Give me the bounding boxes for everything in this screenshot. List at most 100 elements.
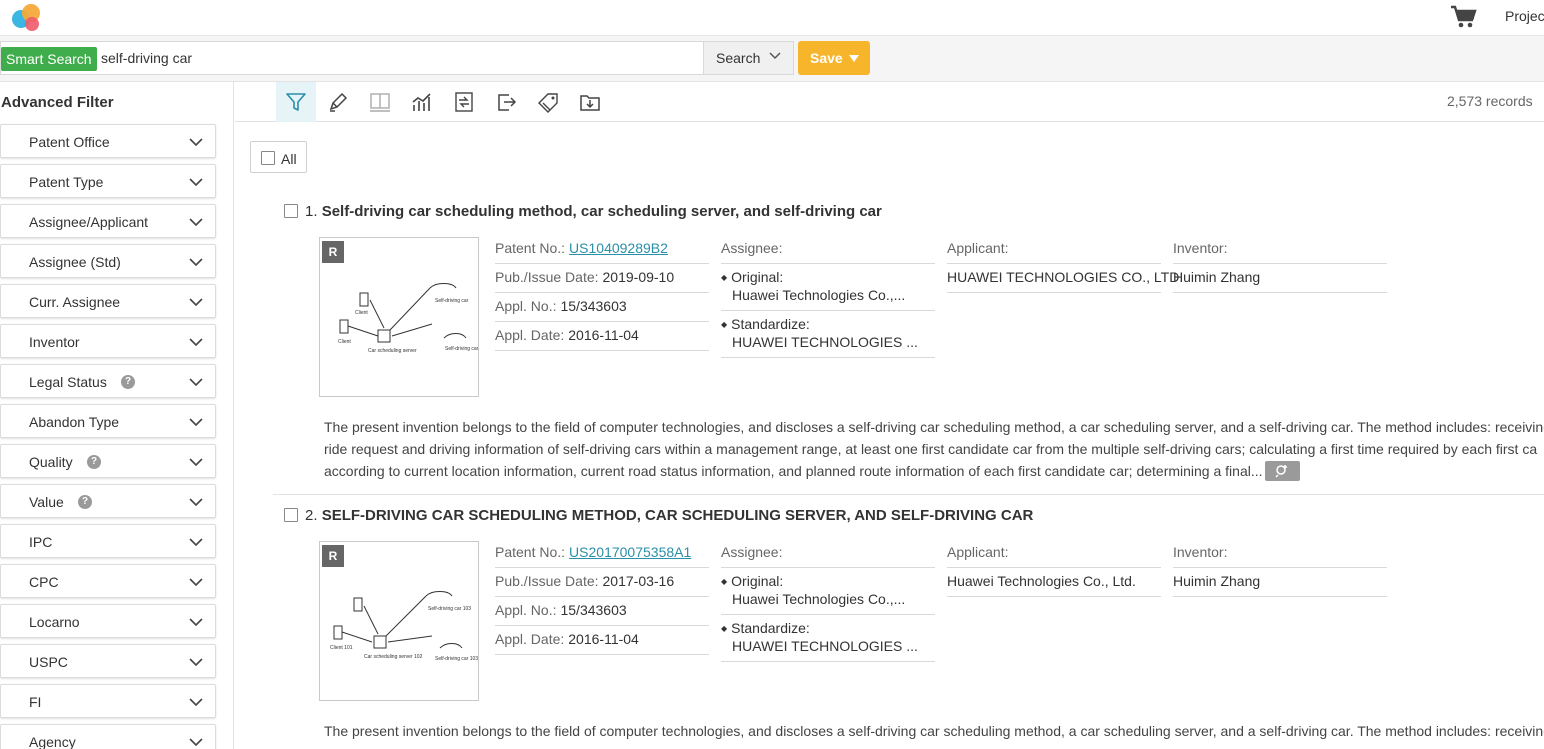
highlight-tool[interactable] <box>318 82 358 122</box>
patent-number-link[interactable]: US20170075358A1 <box>569 544 691 560</box>
filter-label: Value <box>29 494 64 510</box>
caret-down-icon <box>848 55 859 62</box>
cart-icon[interactable] <box>1450 4 1478 30</box>
r-badge: R <box>322 241 344 263</box>
result-title-text[interactable]: Self-driving car scheduling method, car … <box>322 203 882 220</box>
field-value: 15/343603 <box>560 602 627 618</box>
filter-inventor[interactable]: Inventor <box>0 324 216 358</box>
search-input[interactable] <box>101 42 691 74</box>
svg-text:Self-driving car: Self-driving car <box>435 298 469 304</box>
divider <box>495 654 709 655</box>
abstract-text: The present invention belongs to the fie… <box>324 720 1544 742</box>
inventor-label: Inventor: <box>1173 240 1228 256</box>
expand-abstract-button[interactable] <box>1264 461 1300 481</box>
original-assignee-value[interactable]: Huawei Technologies Co.,... <box>732 591 905 607</box>
inventor-value[interactable]: Huimin Zhang <box>1173 573 1260 589</box>
appl-no-field: Appl. No.: 15/343603 <box>495 298 627 314</box>
svg-text:Client: Client <box>338 339 351 345</box>
filter-legal-status[interactable]: Legal Status? <box>0 364 216 398</box>
analytics-tool[interactable] <box>402 82 442 122</box>
filter-patent-type[interactable]: Patent Type <box>0 164 216 198</box>
filter-quality[interactable]: Quality? <box>0 444 216 478</box>
filter-assignee-applicant[interactable]: Assignee/Applicant <box>0 204 216 238</box>
highlight-icon <box>329 92 348 112</box>
chevron-down-icon <box>189 298 203 307</box>
r-badge: R <box>322 545 344 567</box>
filter-assignee-std[interactable]: Assignee (Std) <box>0 244 216 278</box>
help-icon[interactable]: ? <box>78 495 92 509</box>
filter-label: Legal Status <box>29 374 107 390</box>
result-checkbox[interactable] <box>284 204 298 218</box>
records-count: 2,573 records <box>1447 93 1533 109</box>
filter-ipc[interactable]: IPC <box>0 524 216 558</box>
select-all-label: All <box>281 151 297 167</box>
applicant-value[interactable]: HUAWEI TECHNOLOGIES CO., LTD. <box>947 269 1183 285</box>
filter-patent-office[interactable]: Patent Office <box>0 124 216 158</box>
save-button[interactable]: Save <box>798 41 870 75</box>
divider <box>1173 263 1387 264</box>
field-label: Appl. Date: <box>495 631 565 647</box>
chevron-down-icon <box>189 458 203 467</box>
svg-text:Self-driving car: Self-driving car <box>445 346 479 352</box>
filter-fi[interactable]: FI <box>0 684 216 718</box>
standardized-assignee-value[interactable]: HUAWEI TECHNOLOGIES ... <box>732 638 918 654</box>
chevron-down-icon <box>189 498 203 507</box>
help-icon[interactable]: ? <box>87 455 101 469</box>
filter-agency[interactable]: Agency <box>0 724 216 749</box>
filter-locarno[interactable]: Locarno <box>0 604 216 638</box>
filter-label: Assignee/Applicant <box>29 214 149 230</box>
applicant-value[interactable]: Huawei Technologies Co., Ltd. <box>947 573 1136 589</box>
filter-cpc[interactable]: CPC <box>0 564 216 598</box>
result-checkbox[interactable] <box>284 508 298 522</box>
patent-drawing-thumbnail[interactable]: R Self-driving car 103 Car scheduling se… <box>319 541 479 701</box>
chevron-down-icon <box>769 52 781 60</box>
filter-uspc[interactable]: USPC <box>0 644 216 678</box>
filter-curr-assignee[interactable]: Curr. Assignee <box>0 284 216 318</box>
chevron-down-icon <box>189 658 203 667</box>
result-title-text[interactable]: SELF-DRIVING CAR SCHEDULING METHOD, CAR … <box>322 507 1034 524</box>
save-button-label: Save <box>810 50 843 66</box>
smart-search-tag[interactable]: Smart Search <box>1 47 97 71</box>
chevron-down-icon <box>189 578 203 587</box>
applicant-label: Applicant: <box>947 544 1009 560</box>
standardized-assignee-value[interactable]: HUAWEI TECHNOLOGIES ... <box>732 334 918 350</box>
filter-tool[interactable] <box>276 82 316 122</box>
patent-drawing-thumbnail[interactable]: R Self-driving car Car scheduling server… <box>319 237 479 397</box>
export-tool[interactable] <box>486 82 526 122</box>
filter-label: Curr. Assignee <box>29 294 121 310</box>
patent-number-link[interactable]: US10409289B2 <box>569 240 668 256</box>
inventor-value[interactable]: Huimin Zhang <box>1173 269 1260 285</box>
search-row: Smart Search Search Save <box>0 36 1544 82</box>
filter-abandon-type[interactable]: Abandon Type <box>0 404 216 438</box>
split-view-tool[interactable] <box>360 82 400 122</box>
assignee-label: Assignee: <box>721 544 783 560</box>
chevron-down-icon <box>189 378 203 387</box>
save-to-folder-tool[interactable] <box>570 82 610 122</box>
abstract-line: The present invention belongs to the fie… <box>324 419 1544 435</box>
filter-value[interactable]: Value? <box>0 484 216 518</box>
chevron-down-icon <box>189 738 203 747</box>
result-title[interactable]: 2. SELF-DRIVING CAR SCHEDULING METHOD, C… <box>305 507 1033 524</box>
result-number: 2. <box>305 507 318 524</box>
projects-link[interactable]: Projec <box>1505 8 1544 24</box>
logo-icon[interactable] <box>8 2 44 32</box>
original-assignee-value[interactable]: Huawei Technologies Co.,... <box>732 287 905 303</box>
field-value: 2016-11-04 <box>568 327 639 343</box>
compare-tool[interactable] <box>444 82 484 122</box>
filter-label: IPC <box>29 534 53 550</box>
divider <box>721 310 935 311</box>
tag-tool[interactable] <box>528 82 568 122</box>
help-icon[interactable]: ? <box>121 375 135 389</box>
select-all-control[interactable]: All <box>250 141 307 173</box>
divider <box>947 596 1161 597</box>
search-button[interactable]: Search <box>703 41 794 75</box>
result-title[interactable]: 1. Self-driving car scheduling method, c… <box>305 203 882 220</box>
standardize-label: Standardize: <box>721 620 810 636</box>
filter-label: Abandon Type <box>29 414 120 430</box>
original-label: Original: <box>721 269 783 285</box>
abstract-line-last: according to current location informatio… <box>324 460 1544 482</box>
select-all-checkbox[interactable] <box>261 151 275 165</box>
pub-date-field: Pub./Issue Date: 2019-09-10 <box>495 269 674 285</box>
sidebar-title: Advanced Filter <box>1 94 114 111</box>
divider <box>721 614 935 615</box>
